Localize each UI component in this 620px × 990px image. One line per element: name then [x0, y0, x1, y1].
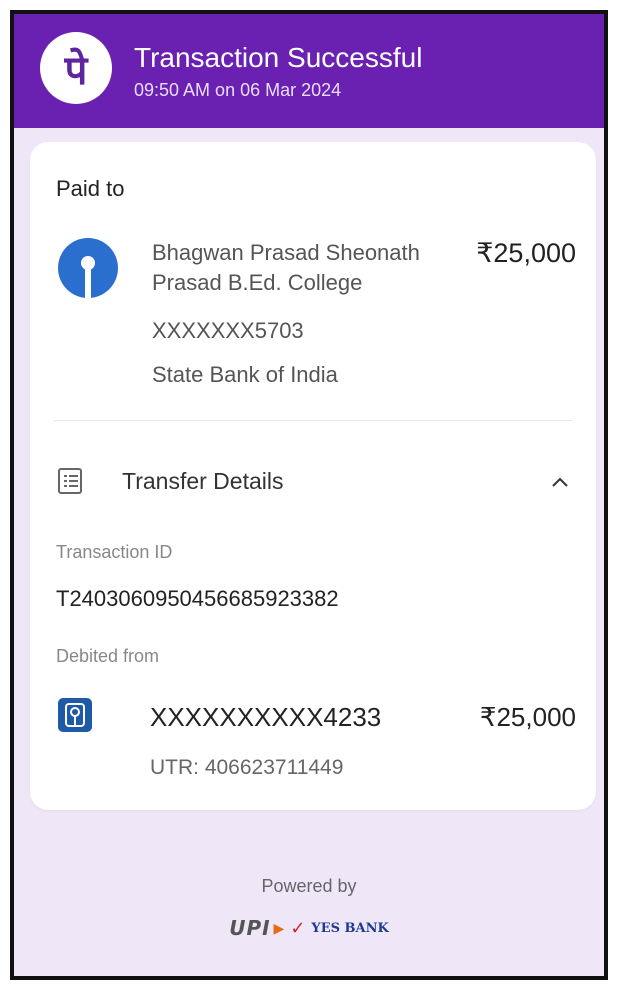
payee-name: Bhagwan Prasad Sheonath Prasad B.Ed. Col… [152, 240, 420, 295]
debited-from-label: Debited from [56, 646, 160, 666]
debited-amount: ₹25,000 [479, 702, 576, 732]
bank-logo-icon [58, 698, 92, 732]
chevron-up-icon[interactable] [546, 470, 574, 494]
transaction-card: Paid to Bhagwan Prasad Sheonath Prasad B… [30, 142, 596, 810]
utr-number: UTR: 406623711449 [150, 756, 344, 779]
payee-account-number: XXXXXXX5703 [152, 318, 304, 343]
section-divider [54, 420, 572, 421]
partner-logos: UPI ▶ ✓ YES BANK [14, 916, 604, 940]
transaction-status-title: Transaction Successful [134, 42, 423, 73]
phonepe-logo-icon: पे [40, 32, 112, 104]
sbi-logo-icon [58, 238, 118, 298]
yes-bank-logo: YES BANK [311, 920, 389, 936]
debited-account-number: XXXXXXXXXX4233 [150, 702, 382, 732]
paid-amount: ₹25,000 [476, 238, 576, 268]
upi-logo: UPI [229, 916, 271, 940]
phone-frame: पे Transaction Successful 09:50 AM on 06… [10, 10, 608, 980]
transfer-details-toggle[interactable]: Transfer Details [122, 468, 283, 495]
payee-bank-name: State Bank of India [152, 362, 338, 387]
transaction-id-label: Transaction ID [56, 542, 173, 562]
receipt-icon [58, 468, 82, 494]
checkmark-icon: ✓ [290, 917, 306, 938]
success-header: पे Transaction Successful 09:50 AM on 06… [14, 14, 604, 128]
transaction-timestamp: 09:50 AM on 06 Mar 2024 [134, 80, 342, 100]
transaction-id-value: T2403060950456685923382 [56, 586, 339, 611]
powered-by-label: Powered by [261, 876, 357, 896]
upi-arrow-icon: ▶ [273, 919, 285, 936]
paid-to-label: Paid to [56, 176, 125, 201]
